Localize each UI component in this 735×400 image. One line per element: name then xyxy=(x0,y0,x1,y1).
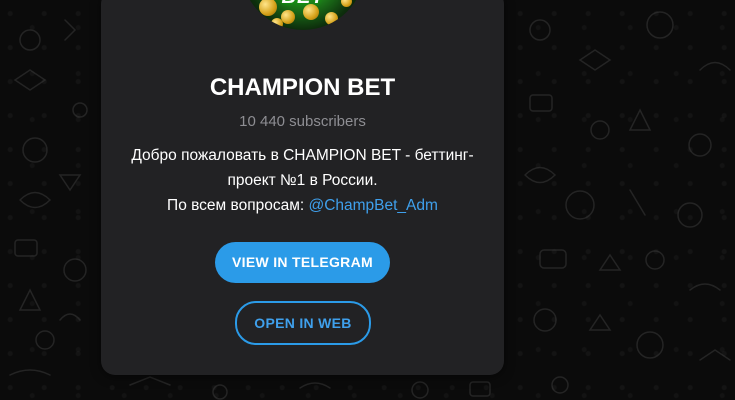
coin-icon xyxy=(325,12,338,25)
channel-description: Добро пожаловать в CHAMPION BET - беттин… xyxy=(121,143,484,218)
admin-username-link[interactable]: @ChampBet_Adm xyxy=(308,197,437,214)
description-line: По всем вопросам: @ChampBet_Adm xyxy=(121,193,484,218)
channel-title: CHAMPION BET xyxy=(209,74,396,101)
description-prefix: По всем вопросам: xyxy=(167,197,309,214)
open-in-web-button[interactable]: OPEN IN WEB xyxy=(235,301,371,345)
subscriber-count: 10 440 subscribers xyxy=(239,113,366,130)
coin-icon xyxy=(271,18,283,30)
description-line: Добро пожаловать в CHAMPION BET - беттин… xyxy=(131,147,474,164)
coin-icon xyxy=(281,10,295,24)
description-line: проект №1 в России. xyxy=(227,172,378,189)
channel-card: BET CHAMPION BET 10 440 subscribers Добр… xyxy=(101,0,504,375)
view-in-telegram-button[interactable]: VIEW IN TELEGRAM xyxy=(215,242,390,283)
avatar-image: BET xyxy=(241,0,365,30)
avatar-logo-text: BET xyxy=(241,0,365,9)
channel-avatar: BET xyxy=(241,0,365,30)
